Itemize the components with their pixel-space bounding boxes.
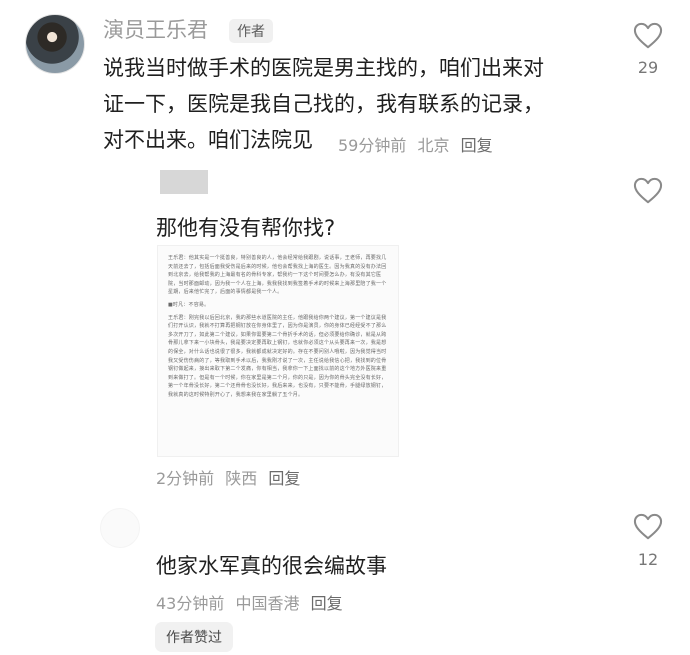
- comment-meta: 43分钟前 中国香港 回复: [156, 590, 343, 614]
- comment-meta: 2分钟前 陕西 回复: [156, 465, 300, 489]
- avatar[interactable]: [25, 14, 85, 74]
- author-badge: 作者: [229, 19, 273, 43]
- image-paragraph: 王乐君：刚完我以后回北京，我的那些水道医院的主任，他跟我给你两个建议，第一个建议…: [168, 314, 387, 398]
- reply-button[interactable]: 回复: [268, 469, 300, 488]
- avatar[interactable]: [160, 170, 208, 194]
- timestamp: 43分钟前: [156, 594, 225, 613]
- location: 陕西: [225, 469, 258, 488]
- image-paragraph: ■时凡：不容易。: [168, 301, 210, 308]
- image-text: 王乐君：他其实是一个挺善良，特别善良的人，他会经常给我跟剧，说话事，王老师，再要…: [168, 254, 390, 404]
- like-count: 12: [637, 550, 659, 569]
- location: 中国香港: [235, 594, 300, 613]
- timestamp: 59分钟前: [338, 136, 407, 155]
- comment-line: 说我当时做手术的医院是男主找的，咱们出来对: [103, 56, 544, 80]
- avatar[interactable]: [100, 508, 140, 548]
- comment-line: 证一下，医院是我自己找的，我有联系的记录，: [103, 92, 544, 116]
- heart-icon[interactable]: [633, 513, 663, 541]
- timestamp: 2分钟前: [156, 469, 215, 488]
- heart-icon[interactable]: [633, 177, 663, 205]
- like-count: 29: [637, 58, 659, 77]
- heart-icon[interactable]: [633, 22, 663, 50]
- location: 北京: [417, 136, 450, 155]
- comment-text: 他家水军真的很会编故事: [156, 554, 387, 578]
- attached-image[interactable]: 王乐君：他其实是一个挺善良，特别善良的人，他会经常给我跟剧，说话事，王老师，再要…: [157, 245, 399, 457]
- comment-meta: 59分钟前 北京 回复: [338, 132, 493, 156]
- reply-button[interactable]: 回复: [461, 136, 493, 155]
- reply-button[interactable]: 回复: [311, 594, 343, 613]
- image-paragraph: 王乐君：他其实是一个挺善良，特别善良的人，他会经常给我跟剧，说话事，王老师，再要…: [168, 255, 387, 296]
- comment-line: 对不出来。咱们法院见: [103, 128, 313, 152]
- comment-text: 那他有没有帮你找?: [156, 216, 336, 240]
- author-liked-badge: 作者赞过: [155, 622, 233, 652]
- username[interactable]: 演员王乐君: [103, 14, 208, 44]
